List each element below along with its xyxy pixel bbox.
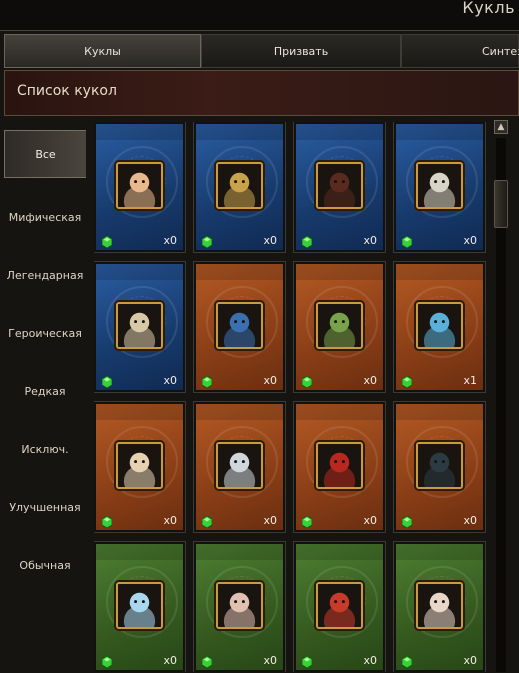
doll-card[interactable]: x0 — [94, 402, 185, 532]
card-top-ornament — [396, 404, 483, 420]
card-top-ornament — [196, 264, 283, 280]
scrollbar-thumb[interactable] — [494, 180, 508, 228]
doll-count: x0 — [363, 654, 377, 667]
bandit-portrait — [216, 582, 263, 629]
card-top-ornament — [396, 264, 483, 280]
dwarf-portrait — [116, 442, 163, 489]
card-top-ornament — [96, 404, 183, 420]
gem-icon — [302, 376, 312, 388]
gem-icon — [202, 656, 212, 668]
gem-icon — [102, 236, 112, 248]
doll-card[interactable]: x0 — [94, 542, 185, 672]
card-top-ornament — [196, 544, 283, 560]
category-sidebar: Все Мифическая Легендарная Героическая Р… — [4, 130, 86, 594]
doll-card[interactable]: x0 — [294, 262, 385, 392]
card-top-ornament — [96, 264, 183, 280]
tab-synthesis[interactable]: Синтез — [401, 34, 519, 68]
doll-card[interactable]: x0 — [94, 122, 185, 252]
old-sage-portrait — [416, 582, 463, 629]
doll-card[interactable]: x0 — [194, 402, 285, 532]
card-top-ornament — [296, 264, 383, 280]
doll-card[interactable]: x0 — [294, 122, 385, 252]
doll-count: x0 — [363, 514, 377, 527]
category-rare[interactable]: Редкая — [4, 362, 86, 420]
doll-count: x0 — [463, 234, 477, 247]
gem-icon — [402, 236, 412, 248]
category-common[interactable]: Обычная — [4, 536, 86, 594]
card-top-ornament — [296, 544, 383, 560]
blue-haired-girl-portrait — [116, 582, 163, 629]
doll-card[interactable]: x0 — [294, 402, 385, 532]
tab-bar: Куклы Призвать Синтез — [4, 34, 519, 68]
female-warrior-portrait — [116, 162, 163, 209]
doll-count: x0 — [163, 234, 177, 247]
doll-count: x1 — [463, 374, 477, 387]
dark-knight-portrait — [316, 162, 363, 209]
doll-count: x0 — [463, 654, 477, 667]
frog-portrait — [316, 302, 363, 349]
gem-icon — [302, 516, 312, 528]
red-warrior-portrait — [316, 582, 363, 629]
doll-count: x0 — [263, 374, 277, 387]
doll-count: x0 — [163, 514, 177, 527]
winged-emblem-portrait — [116, 302, 163, 349]
category-improved[interactable]: Улучшенная — [4, 478, 86, 536]
category-all[interactable]: Все — [4, 130, 86, 178]
doll-count: x0 — [163, 654, 177, 667]
category-legendary[interactable]: Легендарная — [4, 246, 86, 304]
card-top-ornament — [396, 124, 483, 140]
category-heroic[interactable]: Героическая — [4, 304, 86, 362]
card-top-ornament — [196, 404, 283, 420]
card-top-ornament — [196, 124, 283, 140]
dark-armor-portrait — [416, 442, 463, 489]
golden-armor-portrait — [216, 162, 263, 209]
gem-icon — [102, 656, 112, 668]
card-top-ornament — [396, 544, 483, 560]
doll-count: x0 — [263, 514, 277, 527]
card-top-ornament — [296, 124, 383, 140]
doll-card[interactable]: x0 — [394, 542, 485, 672]
doll-list-header: Список кукол — [4, 70, 519, 116]
red-mage-portrait — [316, 442, 363, 489]
gem-icon — [302, 236, 312, 248]
doll-card[interactable]: x1 — [394, 262, 485, 392]
skeleton-king-portrait — [416, 162, 463, 209]
white-wizard-portrait — [216, 442, 263, 489]
category-exclusive[interactable]: Исключ. — [4, 420, 86, 478]
doll-grid: x0 x0 x0 x0 x0 x0 x0 x1 x0 x0 x0 x0 x0 x0 x0 x0 — [94, 122, 490, 672]
blue-dragon-portrait — [216, 302, 263, 349]
doll-card[interactable]: x0 — [194, 542, 285, 672]
tab-dolls[interactable]: Куклы — [4, 34, 201, 68]
doll-count: x0 — [263, 654, 277, 667]
doll-card[interactable]: x0 — [194, 122, 285, 252]
gem-icon — [402, 516, 412, 528]
gem-icon — [302, 656, 312, 668]
gem-icon — [402, 656, 412, 668]
doll-count: x0 — [463, 514, 477, 527]
window-title: Кукль — [462, 0, 515, 17]
doll-card[interactable]: x0 — [94, 262, 185, 392]
card-top-ornament — [296, 404, 383, 420]
doll-count: x0 — [263, 234, 277, 247]
tab-summon[interactable]: Призвать — [201, 34, 401, 68]
card-top-ornament — [96, 124, 183, 140]
doll-count: x0 — [363, 234, 377, 247]
category-mythic[interactable]: Мифическая — [4, 188, 86, 246]
doll-card[interactable]: x0 — [394, 402, 485, 532]
card-top-ornament — [96, 544, 183, 560]
blue-ogre-portrait — [416, 302, 463, 349]
gem-icon — [102, 516, 112, 528]
doll-list-title: Список кукол — [17, 83, 117, 99]
doll-count: x0 — [163, 374, 177, 387]
doll-count: x0 — [363, 374, 377, 387]
gem-icon — [102, 376, 112, 388]
doll-card[interactable]: x0 — [294, 542, 385, 672]
gem-icon — [202, 376, 212, 388]
doll-card[interactable]: x0 — [194, 262, 285, 392]
gem-icon — [202, 236, 212, 248]
gem-icon — [402, 376, 412, 388]
doll-card[interactable]: x0 — [394, 122, 485, 252]
gem-icon — [202, 516, 212, 528]
scroll-up-button[interactable]: ▲ — [494, 120, 508, 134]
